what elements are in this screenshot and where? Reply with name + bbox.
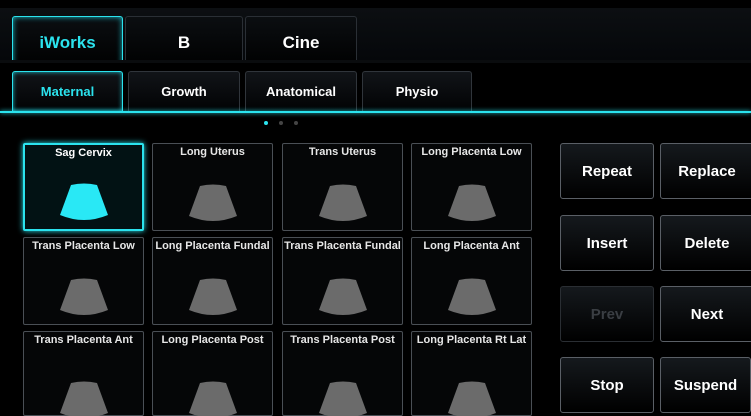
protocol-label: Trans Placenta Fundal (284, 240, 401, 252)
protocol-label: Trans Uterus (308, 146, 377, 158)
prev-button[interactable]: Prev (560, 286, 654, 342)
protocol-long-placenta-rt-lat[interactable]: Long Placenta Rt Lat (411, 331, 532, 416)
protocol-label: Long Placenta Fundal (155, 240, 270, 252)
probe-sector-icon (447, 278, 496, 315)
tab-anatomical-label: Anatomical (265, 84, 337, 99)
protocol-trans-uterus[interactable]: Trans Uterus (282, 143, 403, 231)
protocol-label: Sag Cervix (55, 147, 112, 159)
probe-sector-icon (59, 381, 108, 416)
tab-anatomical[interactable]: Anatomical (245, 71, 357, 111)
replace-label: Replace (678, 162, 736, 180)
delete-button[interactable]: Delete (660, 215, 751, 271)
prev-label: Prev (590, 305, 624, 323)
sub-tab-bar: Maternal Growth Anatomical Physio (0, 63, 751, 113)
tab-physio-label: Physio (395, 84, 439, 99)
probe-sector-icon (59, 278, 108, 315)
page-dot-2[interactable] (279, 121, 283, 125)
tab-iworks-label: iWorks (39, 32, 96, 52)
protocol-trans-placenta-low[interactable]: Trans Placenta Low (23, 237, 144, 325)
replace-button[interactable]: Replace (660, 143, 751, 199)
tab-growth[interactable]: Growth (128, 71, 240, 111)
suspend-button[interactable]: Suspend (660, 357, 751, 413)
probe-sector-icon (318, 184, 367, 221)
protocol-long-placenta-fundal[interactable]: Long Placenta Fundal (152, 237, 273, 325)
protocol-trans-placenta-post[interactable]: Trans Placenta Post (282, 331, 403, 416)
protocol-trans-placenta-ant[interactable]: Trans Placenta Ant (23, 331, 144, 416)
tab-cine-label: Cine (282, 32, 320, 52)
page-dot-3[interactable] (294, 121, 298, 125)
protocol-label: Long Placenta Post (161, 334, 264, 346)
insert-button[interactable]: Insert (560, 215, 654, 271)
stop-button[interactable]: Stop (560, 357, 654, 413)
repeat-label: Repeat (581, 162, 633, 180)
suspend-label: Suspend (673, 376, 738, 394)
protocol-sag-cervix[interactable]: Sag Cervix (23, 143, 144, 231)
probe-sector-icon (59, 183, 108, 220)
protocol-long-uterus[interactable]: Long Uterus (152, 143, 273, 231)
protocol-label: Long Placenta Ant (423, 240, 520, 252)
tab-maternal[interactable]: Maternal (12, 71, 123, 111)
sub-tab-divider (0, 111, 751, 113)
probe-sector-icon (188, 381, 237, 416)
next-label: Next (690, 305, 724, 323)
insert-label: Insert (586, 234, 628, 252)
repeat-button[interactable]: Repeat (560, 143, 654, 199)
page-indicator (264, 121, 298, 125)
tab-b-mode-label: B (177, 32, 191, 52)
tab-maternal-label: Maternal (40, 84, 95, 99)
tab-physio[interactable]: Physio (362, 71, 472, 111)
probe-sector-icon (447, 381, 496, 416)
delete-label: Delete (684, 234, 730, 252)
probe-sector-icon (188, 278, 237, 315)
next-button[interactable]: Next (660, 286, 751, 342)
top-tab-bar: iWorks B Cine (0, 0, 751, 68)
page-dot-1[interactable] (264, 121, 268, 125)
probe-sector-icon (447, 184, 496, 221)
probe-sector-icon (318, 278, 367, 315)
protocol-label: Long Placenta Rt Lat (416, 334, 527, 346)
protocol-label: Trans Placenta Post (290, 334, 395, 346)
protocol-long-placenta-post[interactable]: Long Placenta Post (152, 331, 273, 416)
probe-sector-icon (188, 184, 237, 221)
protocol-long-placenta-ant[interactable]: Long Placenta Ant (411, 237, 532, 325)
protocol-label: Long Uterus (180, 146, 245, 158)
protocol-trans-placenta-fundal[interactable]: Trans Placenta Fundal (282, 237, 403, 325)
tab-growth-label: Growth (161, 84, 207, 99)
stop-label: Stop (590, 376, 624, 394)
probe-sector-icon (318, 381, 367, 416)
protocol-long-placenta-low[interactable]: Long Placenta Low (411, 143, 532, 231)
protocol-label: Trans Placenta Low (32, 240, 135, 252)
protocol-label: Trans Placenta Ant (34, 334, 133, 346)
protocol-label: Long Placenta Low (421, 146, 522, 158)
